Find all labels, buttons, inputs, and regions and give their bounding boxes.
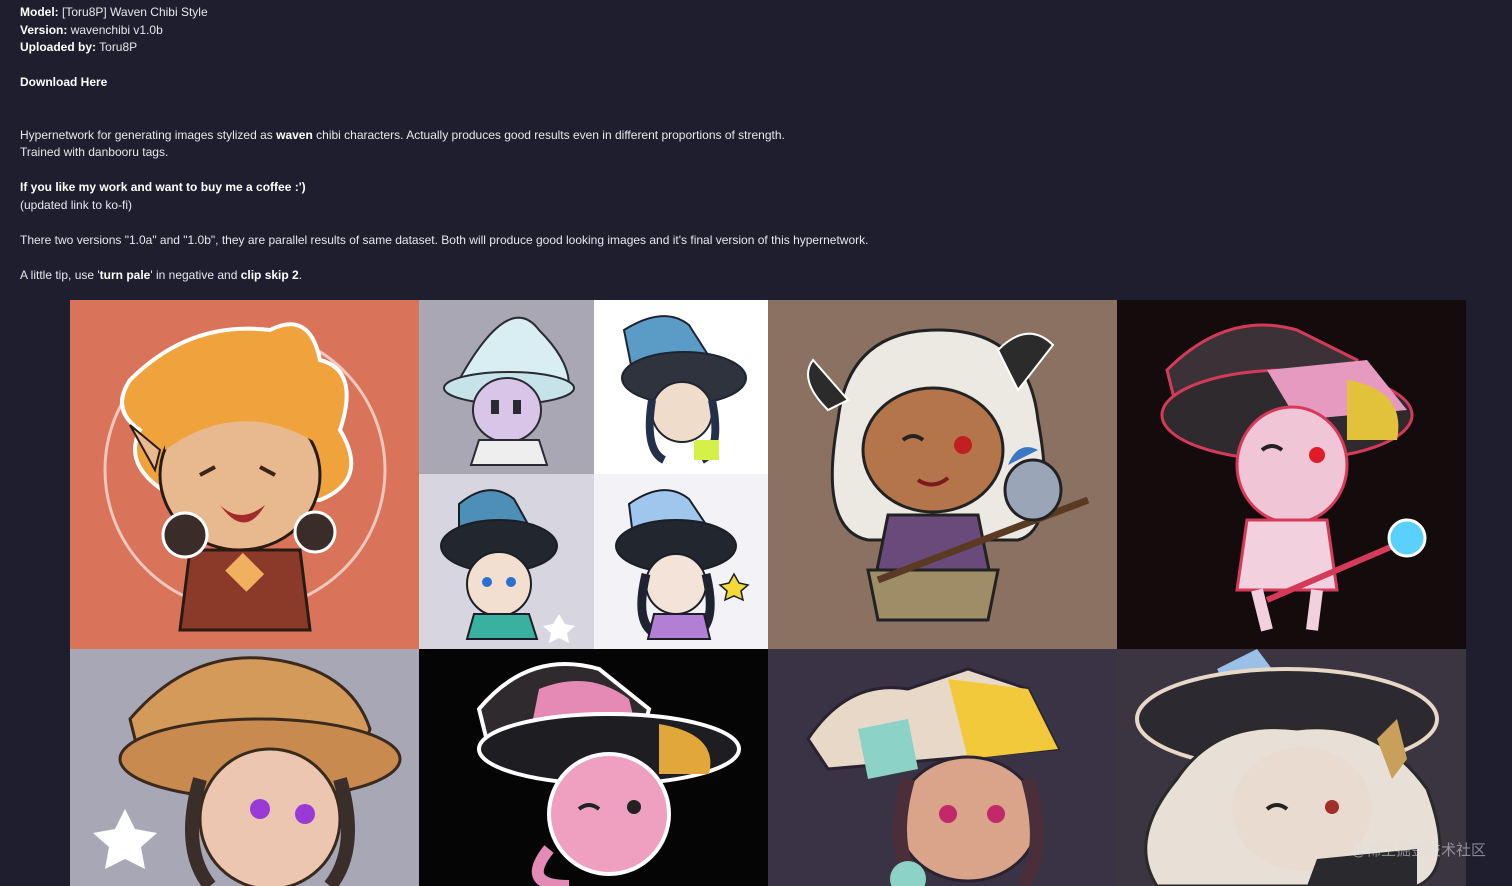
coffee-note: (updated link to ko-fi): [20, 197, 133, 212]
witch-blue-hat-image: [594, 300, 769, 474]
coffee-link[interactable]: If you like my work and want to buy me a…: [20, 180, 306, 194]
gallery-image[interactable]: [1117, 300, 1466, 649]
download-link-text[interactable]: Download Here: [20, 75, 107, 89]
tip-negative: turn pale: [99, 267, 151, 282]
version-name: wavenchibi v1.0b: [70, 22, 163, 37]
gallery-image[interactable]: [419, 474, 594, 649]
model-line: Model: [Toru8P] Waven Chibi Style: [20, 4, 1220, 22]
tip-prefix: A little tip, use ': [20, 267, 100, 282]
orange-hair-elf-image: [70, 300, 419, 649]
gallery-image[interactable]: [768, 300, 1117, 649]
witch-white-hat-image: [419, 300, 594, 474]
gallery-image[interactable]: [594, 300, 769, 474]
gallery-image[interactable]: [70, 300, 419, 649]
witch-dark-hat-blue-image: [419, 474, 594, 649]
gallery-image[interactable]: [419, 649, 768, 886]
versions-text: There two versions "1.0a" and "1.0b", th…: [20, 232, 869, 247]
white-hair-horns-bird-image: [768, 300, 1117, 649]
image-gallery: [70, 300, 1466, 886]
description-line-2: Trained with danbooru tags.: [20, 145, 169, 159]
description-text-a: Hypernetwork for generating images styli…: [20, 127, 277, 142]
model-info: Model: [Toru8P] Waven Chibi Style Versio…: [20, 4, 1220, 284]
yellow-hat-elf-image: [768, 649, 1117, 886]
witch-purple-hat-image: [594, 474, 769, 649]
model-name: [Toru8P] Waven Chibi Style: [62, 5, 208, 19]
tip-middle: ' in negative and: [150, 267, 241, 282]
gallery-image[interactable]: [419, 300, 594, 474]
tip-suffix: .: [298, 267, 303, 282]
coffee-link-text[interactable]: If you like my work and want to buy me a…: [20, 180, 306, 194]
watermark: @稀土掘金技术社区: [1350, 841, 1486, 859]
page: Model: [Toru8P] Waven Chibi Style Versio…: [0, 0, 1512, 886]
description-text-b: chibi characters. Actually produces good…: [312, 127, 785, 142]
description-line-1: Hypernetwork for generating images styli…: [20, 127, 1220, 145]
download-link[interactable]: Download Here: [20, 75, 107, 89]
version-label: Version:: [20, 22, 68, 37]
tip-line: A little tip, use 'turn pale' in negativ…: [20, 267, 1220, 285]
gallery-image[interactable]: [594, 474, 769, 649]
gallery-image[interactable]: [70, 649, 419, 886]
gallery-image[interactable]: [768, 649, 1117, 886]
uploader-name: Toru8P: [99, 40, 138, 54]
model-label: Model:: [20, 5, 59, 19]
uploader-line: Uploaded by: Toru8P: [20, 39, 1220, 57]
pink-witch-black-bg-image: [419, 649, 768, 886]
uploader-label: Uploaded by:: [20, 40, 97, 54]
tip-clip-skip: clip skip 2: [240, 267, 299, 282]
tan-hat-elf-image: [70, 649, 419, 886]
description-bold: waven: [276, 127, 313, 142]
pink-witch-staff-image: [1117, 300, 1466, 649]
version-line: Version: wavenchibi v1.0b: [20, 22, 1220, 40]
